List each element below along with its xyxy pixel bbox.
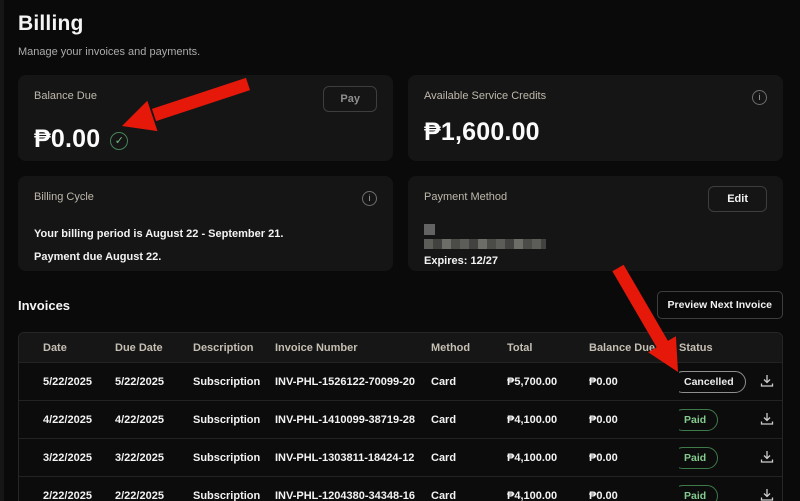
cell-status: Paid (679, 485, 755, 501)
invoices-table-body: 5/22/2025 5/22/2025 Subscription INV-PHL… (19, 362, 782, 501)
cell-status: Paid (679, 409, 755, 431)
invoices-table-header: Date Due Date Description Invoice Number… (19, 333, 782, 362)
cell-total: ₱4,100.00 (507, 490, 589, 501)
column-header-invoice-number: Invoice Number (275, 342, 431, 354)
cell-actions (755, 485, 782, 501)
download-icon (759, 411, 775, 427)
table-row: 4/22/2025 4/22/2025 Subscription INV-PHL… (19, 400, 782, 438)
status-badge: Paid (679, 485, 718, 501)
credits-info-icon[interactable]: i (752, 90, 767, 105)
cell-description: Subscription (193, 414, 275, 426)
payment-method-label: Payment Method (424, 191, 507, 204)
card-expiry-text: Expires: 12/27 (424, 255, 767, 267)
pay-button[interactable]: Pay (323, 86, 377, 112)
status-badge: Cancelled (679, 371, 746, 393)
cell-date: 3/22/2025 (43, 452, 115, 464)
cell-date: 5/22/2025 (43, 376, 115, 388)
cell-method: Card (431, 376, 507, 388)
cell-due-date: 2/22/2025 (115, 490, 193, 501)
preview-next-invoice-button[interactable]: Preview Next Invoice (657, 291, 783, 319)
download-icon (759, 449, 775, 465)
table-row: 5/22/2025 5/22/2025 Subscription INV-PHL… (19, 362, 782, 400)
cell-total: ₱4,100.00 (507, 452, 589, 464)
cell-invoice-number: INV-PHL-1204380-34348-16 (275, 490, 431, 501)
cell-due-date: 4/22/2025 (115, 414, 193, 426)
billing-period-text: Your billing period is August 22 - Septe… (34, 228, 377, 240)
cell-actions (755, 409, 782, 430)
service-credits-amount: ₱1,600.00 (424, 118, 540, 147)
billing-page: Billing Manage your invoices and payment… (0, 0, 800, 501)
cell-description: Subscription (193, 490, 275, 501)
table-row: 2/22/2025 2/22/2025 Subscription INV-PHL… (19, 476, 782, 501)
cell-invoice-number: INV-PHL-1410099-38719-28 (275, 414, 431, 426)
column-header-balance-due: Balance Due (589, 342, 679, 354)
page-subtitle: Manage your invoices and payments. (18, 46, 783, 58)
cell-balance-due: ₱0.00 (589, 414, 679, 426)
invoices-table: Date Due Date Description Invoice Number… (18, 332, 783, 501)
column-header-status: Status (679, 342, 755, 354)
page-title: Billing (18, 12, 783, 36)
cell-balance-due: ₱0.00 (589, 490, 679, 501)
status-badge: Paid (679, 409, 718, 431)
balance-due-card: Balance Due Pay ₱0.00 ✓ (18, 75, 393, 161)
cell-date: 2/22/2025 (43, 490, 115, 501)
column-header-total: Total (507, 342, 589, 354)
cell-total: ₱5,700.00 (507, 376, 589, 388)
cell-actions (755, 371, 782, 392)
cell-status: Cancelled (679, 371, 755, 393)
summary-cards: Balance Due Pay ₱0.00 ✓ Available Servic… (18, 75, 783, 271)
cell-description: Subscription (193, 452, 275, 464)
billing-cycle-label: Billing Cycle (34, 191, 94, 204)
balance-due-label: Balance Due (34, 90, 97, 103)
cell-date: 4/22/2025 (43, 414, 115, 426)
cell-actions (755, 447, 782, 468)
download-invoice-button[interactable] (757, 409, 777, 429)
check-circle-icon: ✓ (110, 132, 128, 150)
service-credits-card: Available Service Credits i ₱1,600.00 (408, 75, 783, 161)
billing-cycle-info-icon[interactable]: i (362, 191, 377, 206)
cell-method: Card (431, 490, 507, 501)
download-icon (759, 373, 775, 389)
column-header-due-date: Due Date (115, 342, 193, 354)
status-badge: Paid (679, 447, 718, 469)
column-header-method: Method (431, 342, 507, 354)
balance-due-amount: ₱0.00 (34, 125, 100, 154)
cell-method: Card (431, 452, 507, 464)
payment-due-text: Payment due August 22. (34, 251, 377, 263)
cell-balance-due: ₱0.00 (589, 452, 679, 464)
download-invoice-button[interactable] (757, 485, 777, 501)
billing-cycle-card: Billing Cycle i Your billing period is A… (18, 176, 393, 271)
download-invoice-button[interactable] (757, 447, 777, 467)
cell-description: Subscription (193, 376, 275, 388)
cell-invoice-number: INV-PHL-1303811-18424-12 (275, 452, 431, 464)
cell-method: Card (431, 414, 507, 426)
card-number-redacted (424, 239, 546, 249)
download-invoice-button[interactable] (757, 371, 777, 391)
invoices-heading: Invoices (18, 298, 70, 313)
edit-payment-button[interactable]: Edit (708, 186, 767, 212)
cell-due-date: 5/22/2025 (115, 376, 193, 388)
service-credits-label: Available Service Credits (424, 90, 546, 103)
cell-status: Paid (679, 447, 755, 469)
cell-total: ₱4,100.00 (507, 414, 589, 426)
download-icon (759, 487, 775, 501)
table-row: 3/22/2025 3/22/2025 Subscription INV-PHL… (19, 438, 782, 476)
cell-due-date: 3/22/2025 (115, 452, 193, 464)
cell-invoice-number: INV-PHL-1526122-70099-20 (275, 376, 431, 388)
column-header-date: Date (43, 342, 115, 354)
payment-method-card: Payment Method Edit Expires: 12/27 (408, 176, 783, 271)
cell-balance-due: ₱0.00 (589, 376, 679, 388)
column-header-description: Description (193, 342, 275, 354)
card-brand-redacted (424, 224, 435, 235)
